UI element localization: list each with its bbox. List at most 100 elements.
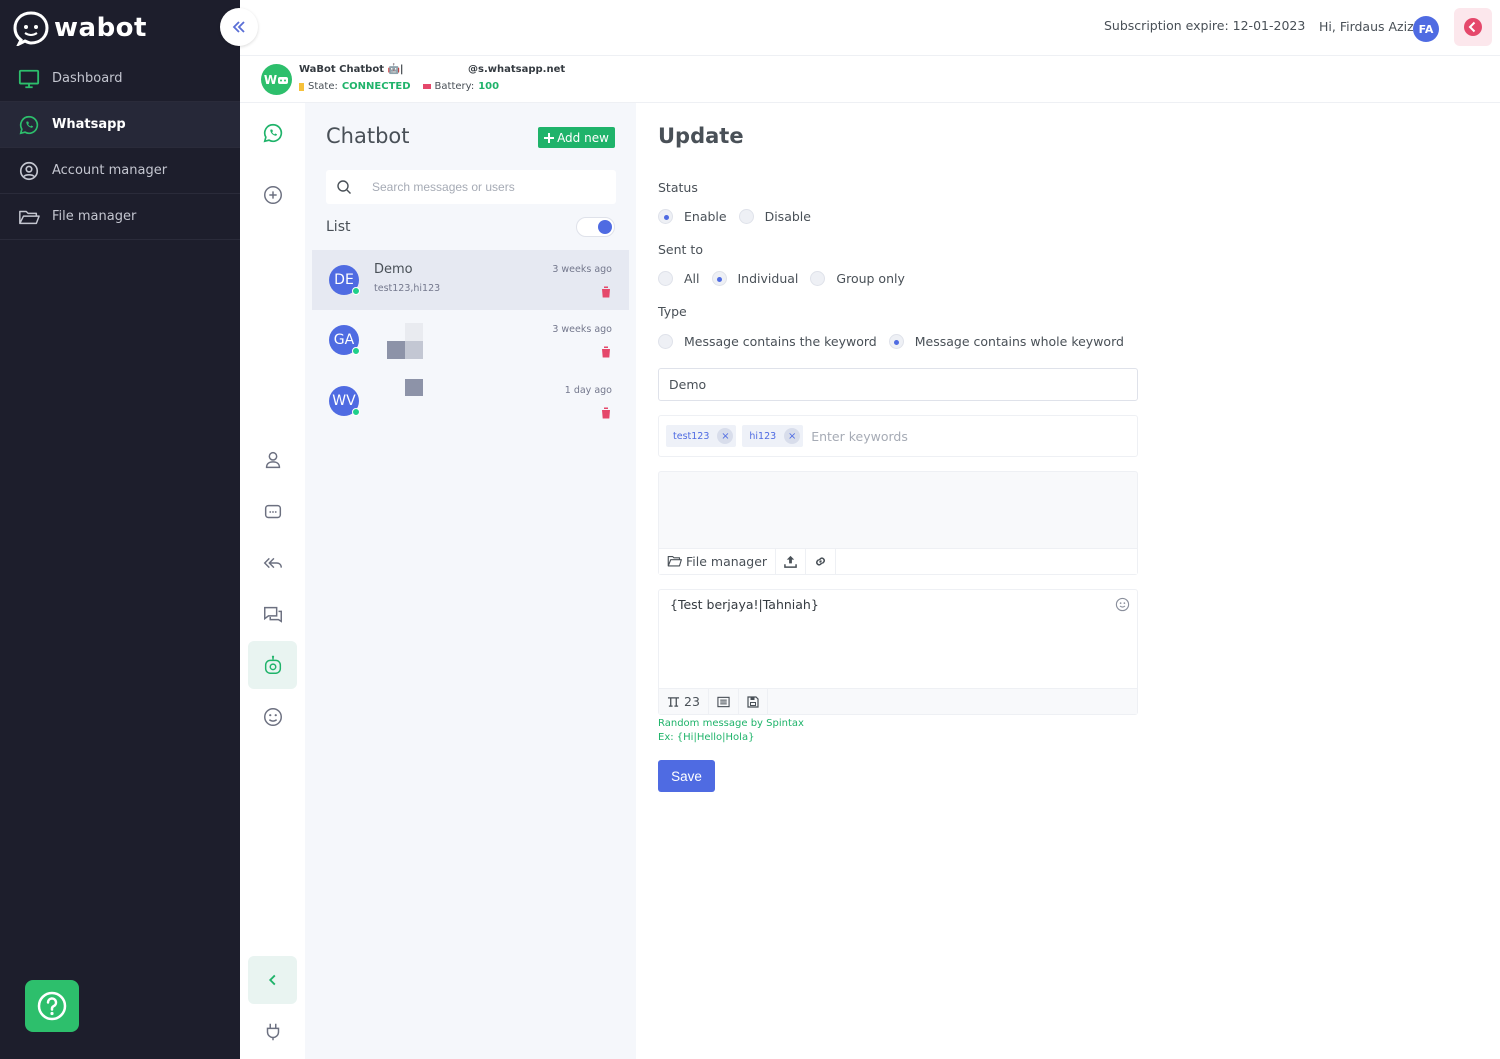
user-greeting[interactable]: Hi, Firdaus Azizi: [1319, 19, 1417, 34]
trash-icon[interactable]: [601, 286, 611, 298]
radio-label: All: [684, 271, 700, 286]
rail-plugin[interactable]: [248, 1008, 297, 1056]
remove-tag-icon[interactable]: ×: [784, 428, 801, 444]
radio-button[interactable]: [658, 271, 673, 286]
message-editor[interactable]: {Test berjaya!|Tahniah} 23: [658, 589, 1138, 715]
avatar-initials: GA: [333, 332, 355, 348]
search-input[interactable]: [372, 180, 592, 194]
rail-add[interactable]: [248, 171, 297, 219]
online-indicator: [352, 287, 360, 295]
plus-icon: [544, 132, 555, 143]
media-attachment-area[interactable]: File manager: [658, 471, 1138, 575]
rail-collapse-button[interactable]: [248, 956, 297, 1004]
rail-messages[interactable]: [248, 488, 297, 536]
sidebar-item-file-manager[interactable]: File manager: [0, 194, 240, 240]
sidebar-item-dashboard[interactable]: Dashboard: [0, 56, 240, 102]
trash-icon[interactable]: [601, 407, 611, 419]
account-bar: W WaBot Chatbot 🤖| @s.whatsapp.net State…: [240, 56, 1500, 103]
top-header: Subscription expire: 12-01-2023 Hi, Fird…: [240, 0, 1500, 56]
collapse-sidebar-button[interactable]: [220, 8, 258, 46]
radio-button[interactable]: [658, 209, 673, 224]
radio-button[interactable]: [738, 209, 754, 224]
sidebar-item-label: Dashboard: [52, 71, 123, 86]
floppy-icon: [747, 695, 759, 708]
status-enable-option[interactable]: Enable: [658, 209, 727, 224]
rail-chat[interactable]: [248, 591, 297, 639]
radio-label: Disable: [764, 209, 811, 224]
chevron-left-icon: [268, 974, 275, 986]
remove-tag-icon[interactable]: ×: [717, 428, 734, 444]
bot-time: 3 weeks ago: [552, 324, 612, 335]
rail-contacts[interactable]: [248, 436, 297, 484]
add-new-label: Add new: [557, 130, 609, 145]
keywords-placeholder[interactable]: Enter keywords: [811, 429, 908, 444]
rail-emoji[interactable]: [248, 693, 297, 741]
radio-label: Enable: [684, 209, 727, 224]
add-new-button[interactable]: Add new: [538, 127, 615, 148]
avatar: WV: [329, 386, 360, 416]
logo-text: wabot: [54, 13, 147, 43]
folder-open-icon: [667, 555, 682, 567]
keyword-tag-label: test123: [673, 430, 710, 442]
search-box: [326, 170, 616, 204]
save-template-button[interactable]: [739, 688, 768, 715]
list-toggle[interactable]: [576, 217, 615, 237]
logo[interactable]: wabot: [12, 10, 147, 46]
rail-chatbot[interactable]: [248, 641, 297, 689]
type-contains-option[interactable]: Message contains the keyword: [658, 334, 877, 349]
online-indicator: [352, 347, 360, 355]
chevrons-left-icon: [232, 21, 245, 33]
message-text[interactable]: {Test berjaya!|Tahniah}: [670, 597, 819, 612]
list-item[interactable]: GA 3 weeks ago: [312, 310, 629, 370]
spintax-button[interactable]: 23: [659, 688, 709, 715]
app-root: wabot Dashboard Whatsapp Account manager…: [0, 0, 1500, 1059]
link-button[interactable]: [806, 548, 837, 575]
panel-title: Chatbot: [326, 124, 410, 148]
sidebar-nav: Dashboard Whatsapp Account manager File …: [0, 56, 240, 240]
radio-button[interactable]: [658, 334, 673, 349]
radio-button[interactable]: [888, 334, 904, 349]
help-button[interactable]: [25, 980, 79, 1032]
emoji-icon[interactable]: [1115, 597, 1130, 612]
type-whole-option[interactable]: Message contains whole keyword: [888, 334, 1124, 349]
name-input[interactable]: Demo: [658, 368, 1138, 401]
file-manager-button[interactable]: File manager: [659, 548, 777, 575]
radio-label: Individual: [737, 271, 799, 286]
chatbot-list-panel: Chatbot Add new List DE Demo test123,hi1…: [305, 103, 636, 1059]
smile-icon: [263, 708, 282, 726]
user-avatar[interactable]: FA: [1413, 16, 1439, 42]
bot-name: Demo: [374, 262, 413, 277]
save-button[interactable]: Save: [658, 760, 715, 792]
rail-autoreply[interactable]: [248, 539, 297, 587]
logout-button[interactable]: [1454, 8, 1492, 46]
list-label: List: [326, 219, 351, 235]
spintax-icon: [667, 696, 680, 707]
keywords-input[interactable]: test123 × hi123 × Enter keywords: [658, 415, 1138, 457]
list-item[interactable]: DE Demo test123,hi123 3 weeks ago: [312, 250, 629, 310]
radio-button[interactable]: [711, 271, 727, 286]
trash-icon[interactable]: [601, 346, 611, 358]
account-avatar-initial: W: [263, 72, 278, 87]
spintax-example: Ex: {Hi|Hello|Hola}: [658, 732, 755, 743]
sent-to-all-option[interactable]: All: [658, 271, 700, 286]
list-item[interactable]: WV 1 day ago: [312, 371, 629, 431]
account-avatar: W: [261, 64, 292, 95]
sidebar-item-label: Account manager: [52, 163, 168, 178]
keyword-tag-label: hi123: [749, 430, 777, 442]
status-disable-option[interactable]: Disable: [738, 209, 811, 224]
template-button[interactable]: [709, 688, 739, 715]
rail-whatsapp[interactable]: [248, 109, 297, 157]
toggle-knob: [598, 220, 612, 234]
online-indicator: [352, 408, 360, 416]
sent-to-individual-option[interactable]: Individual: [711, 271, 799, 286]
upload-button[interactable]: [776, 548, 807, 575]
sent-to-group-option[interactable]: Group only: [810, 271, 905, 286]
reply-all-icon: [263, 557, 282, 569]
radio-button[interactable]: [810, 271, 826, 286]
sidebar-item-account-manager[interactable]: Account manager: [0, 148, 240, 194]
sidebar-item-whatsapp[interactable]: Whatsapp: [0, 102, 240, 148]
bot-time: 1 day ago: [564, 385, 612, 396]
message-toolbar: 23: [659, 688, 1137, 715]
status-label: Status: [658, 180, 698, 195]
avatar-initials: DE: [334, 272, 354, 288]
